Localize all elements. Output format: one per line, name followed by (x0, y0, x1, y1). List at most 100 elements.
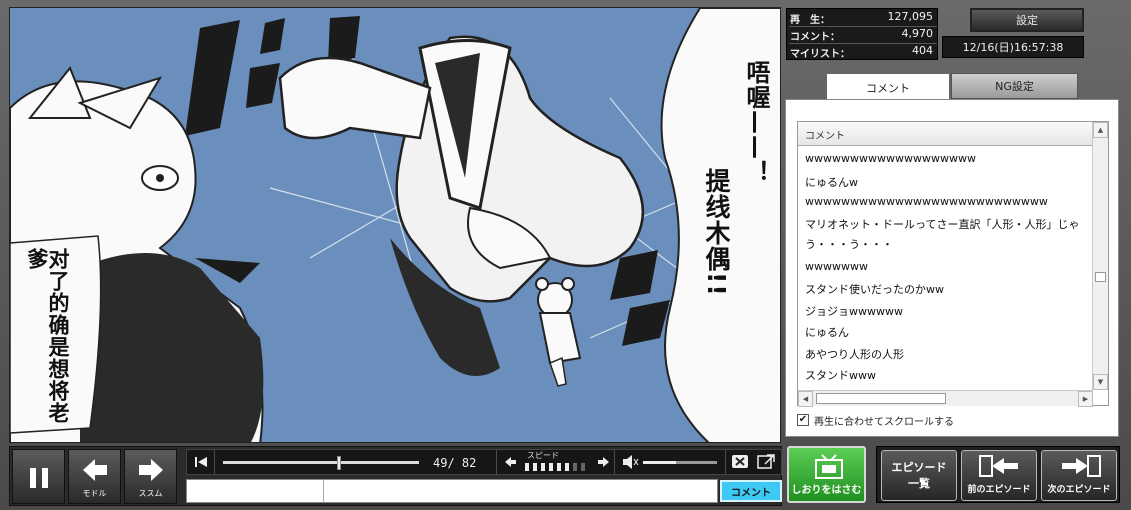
comments-label: コメント： (790, 32, 840, 43)
bookmark-label: しおりをはさむ (791, 485, 862, 496)
speech-bubble-text: 对了的确是想将老爹 (25, 248, 70, 424)
comment-off-icon (732, 455, 748, 468)
speed-level-cell (573, 463, 577, 471)
sync-scroll-label: 再生に合わせてスクロールする (814, 416, 954, 428)
episode-list-label-line2: 一覧 (908, 477, 930, 490)
comment-item[interactable]: にゅるんw (798, 171, 1093, 193)
comment-item[interactable]: wwwwwww (798, 257, 1093, 279)
episode-list-label: エピソード 一覧 (882, 460, 956, 492)
episode-list-button[interactable]: エピソード 一覧 (881, 450, 957, 501)
comment-item[interactable]: マリオネット・ドールってさー直訳「人形・人形」じゃう・・・う・・・ (798, 214, 1093, 257)
episode-navigation: エピソード 一覧 前のエピソード 次のエピソード (876, 446, 1120, 503)
comment-command-field[interactable] (187, 480, 324, 502)
prev-episode-label: 前のエピソード (967, 485, 1031, 495)
tab-ng-settings[interactable]: NG設定 (951, 73, 1078, 99)
manga-page-art (10, 8, 780, 442)
scroll-left-icon[interactable]: ◀ (798, 391, 813, 407)
scroll-down-icon[interactable]: ▼ (1093, 374, 1108, 390)
mylist-label: マイリスト： (790, 49, 850, 60)
comment-item[interactable]: ジョジョwwwwww (798, 300, 1093, 322)
comment-column-header[interactable]: コメント (798, 122, 1093, 146)
skip-start-icon (195, 457, 207, 467)
pause-icon (30, 468, 48, 488)
arrow-left-icon (505, 457, 516, 467)
comment-submit-button[interactable]: コメント (720, 480, 782, 502)
comment-item[interactable]: スタンドwww (798, 364, 1093, 386)
vertical-scroll-thumb[interactable] (1095, 272, 1106, 282)
comment-toggle-button[interactable] (729, 450, 751, 474)
playback-controls: モドル ススム 49/ 82 スピード コメント (9, 446, 782, 506)
speed-level-cell (549, 463, 553, 471)
horizontal-scroll-thumb[interactable] (816, 393, 946, 404)
next-episode-button[interactable]: 次のエピソード (1041, 450, 1117, 501)
comment-item[interactable]: にゅるん (798, 321, 1093, 343)
vertical-scrollbar[interactable]: ▲ ▼ (1092, 122, 1108, 390)
next-episode-label: 次のエピソード (1047, 485, 1111, 495)
prev-episode-icon (979, 455, 1018, 477)
comment-panel: コメント wwwwwwwwwwwwwwwwwww にゅるんw wwwwwwwww… (785, 99, 1119, 437)
seek-track[interactable] (223, 461, 419, 464)
back-button[interactable]: モドル (68, 449, 121, 504)
speed-level-cell (565, 463, 569, 471)
speed-down-button[interactable] (499, 450, 521, 474)
comment-item[interactable]: wwwwwwwwwwwwwwwwwww (798, 149, 1093, 171)
stats-panel: 再 生： 127,095 コメント： 4,970 マイリスト： 404 (786, 8, 938, 60)
datetime-display: 12/16(日)16:57:38 (942, 36, 1084, 58)
speed-level-cell (525, 463, 529, 471)
speech-bubble-text: 提线木偶!! (702, 168, 731, 297)
arrow-right-icon (598, 457, 609, 467)
comments-value: 4,970 (901, 27, 934, 40)
speaker-icon (623, 455, 639, 469)
sync-scroll-option[interactable]: ✔ 再生に合わせてスクロールする (797, 412, 954, 428)
speech-bubble-text: 唔喔——！ (742, 60, 770, 185)
views-value: 127,095 (887, 10, 934, 23)
views-row: 再 生： 127,095 (787, 10, 939, 26)
speed-level-cell (557, 463, 561, 471)
mute-button[interactable] (619, 450, 641, 474)
horizontal-scrollbar[interactable]: ◀ ▶ (798, 390, 1093, 407)
comment-input-area (186, 479, 718, 503)
mylist-value: 404 (912, 44, 933, 57)
page-counter: 49/ 82 (433, 456, 477, 470)
comment-item[interactable]: スタンド使いだったのかww (798, 278, 1093, 300)
player-window: 唔喔——！ 提线木偶!! 对了的确是想将老爹 再 生： 127,095 コメント… (0, 0, 1131, 510)
fullscreen-button[interactable] (753, 450, 779, 474)
volume-fill (643, 461, 677, 464)
next-episode-icon (1062, 455, 1101, 477)
comment-text-field[interactable] (325, 480, 717, 502)
comment-list[interactable]: wwwwwwwwwwwwwwwwwww にゅるんw wwwwwwwwwwwwww… (798, 149, 1093, 389)
comments-row: コメント： 4,970 (787, 27, 939, 43)
comment-list-box: コメント wwwwwwwwwwwwwwwwwww にゅるんw wwwwwwwww… (797, 121, 1109, 407)
manga-viewer[interactable]: 唔喔——！ 提线木偶!! 对了的确是想将老爹 (9, 7, 781, 443)
scroll-up-icon[interactable]: ▲ (1093, 122, 1108, 138)
tab-comment[interactable]: コメント (826, 73, 950, 101)
arrow-right-icon (139, 459, 163, 481)
speed-label: スピード (527, 451, 559, 460)
prev-episode-button[interactable]: 前のエピソード (961, 450, 1037, 501)
settings-button[interactable]: 設定 (970, 8, 1084, 32)
comment-item[interactable]: あやつり人形の人形 (798, 343, 1093, 365)
speed-level-cell (541, 463, 545, 471)
forward-label: ススム (138, 489, 163, 498)
speed-up-button[interactable] (593, 450, 615, 474)
views-label: 再 生： (790, 15, 830, 26)
seek-handle[interactable] (337, 456, 342, 470)
speed-level-cell (581, 463, 585, 471)
comment-item[interactable]: wwwwwwwwwwwwwwwwwwwwwwwwwww (798, 192, 1093, 214)
sync-scroll-checkbox[interactable]: ✔ (797, 414, 809, 426)
seek-bar-area: 49/ 82 スピード (186, 449, 782, 475)
bookmark-tv-icon (815, 454, 843, 479)
speed-level-cell (533, 463, 537, 471)
mylist-row: マイリスト： 404 (787, 44, 939, 60)
forward-button[interactable]: ススム (124, 449, 177, 504)
back-label: モドル (82, 489, 107, 498)
pause-button[interactable] (12, 449, 65, 504)
scroll-right-icon[interactable]: ▶ (1078, 391, 1093, 407)
volume-slider[interactable] (643, 461, 717, 464)
fullscreen-icon (757, 454, 775, 469)
skip-to-start-button[interactable] (187, 450, 215, 474)
bookmark-button[interactable]: しおりをはさむ (787, 446, 866, 503)
divider (725, 450, 726, 474)
episode-list-label-line1: エピソード (891, 461, 947, 474)
arrow-left-icon (83, 459, 107, 481)
